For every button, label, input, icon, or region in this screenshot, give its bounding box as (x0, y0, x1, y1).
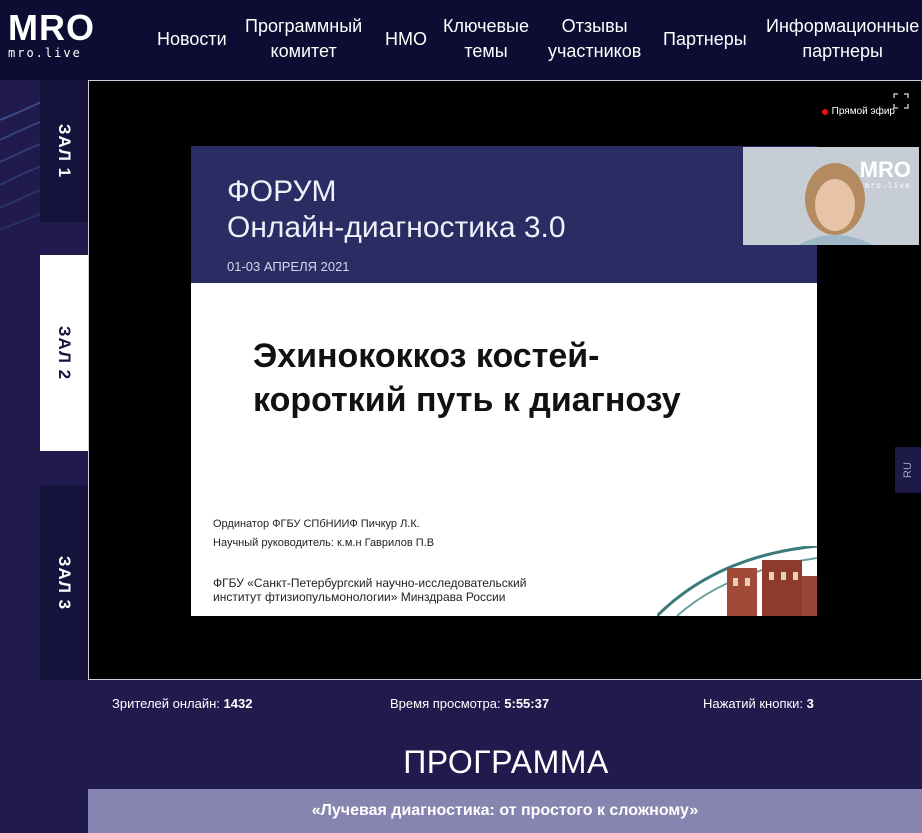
nav-key-topics[interactable]: Ключевые темы (443, 14, 529, 64)
viewers-online: Зрителей онлайн: 1432 (112, 696, 252, 711)
nav-info-partners[interactable]: Информационные партнеры (766, 14, 919, 64)
program-session-bar[interactable]: «Лучевая диагностика: от простого к слож… (88, 789, 922, 833)
nav-program-committee[interactable]: Программный комитет (245, 14, 362, 64)
webcam-watermark: MRO mro.live (859, 157, 911, 191)
program-session-label: «Лучевая диагностика: от простого к слож… (311, 802, 699, 819)
decorative-waves (0, 99, 45, 231)
hall-1-label: ЗАЛ 1 (55, 123, 74, 179)
slide-institution: ФГБУ «Санкт-Петербургский научно-исследо… (213, 576, 527, 604)
live-dot-icon (821, 108, 828, 115)
speaker-webcam: MRO mro.live (743, 147, 919, 245)
nav-partners[interactable]: Партнеры (663, 27, 747, 52)
logo-mark: MRO (8, 7, 95, 48)
slide-advisor: Научный руководитель: к.м.н Гаврилов П.В (213, 537, 435, 549)
tab-hall-1[interactable]: ЗАЛ 1 (40, 80, 88, 222)
forum-title: Онлайн-диагностика 3.0 (227, 211, 566, 244)
watch-value: 5:55:37 (504, 696, 550, 711)
live-label: Прямой эфир (831, 106, 895, 117)
mro-logo[interactable]: MRO mro.live (8, 10, 100, 60)
forum-label: ФОРУМ (227, 175, 337, 208)
tab-hall-2[interactable]: ЗАЛ 2 (40, 255, 88, 451)
nav-reviews[interactable]: Отзывы участников (548, 14, 641, 64)
video-player[interactable]: Прямой эфир ФОРУМ Онлайн-диагностика 3.0… (88, 80, 922, 680)
slide-heading: Эхинококкоз костей- короткий путь к диаг… (253, 337, 681, 419)
site-header: MRO mro.live Новости Программный комитет… (0, 0, 922, 80)
webcam-logo-sub: mro.live (864, 181, 911, 190)
language-badge[interactable]: RU (895, 447, 921, 493)
button-clicks: Нажатий кнопки: 3 (703, 696, 814, 711)
program-title: ПРОГРАММА (403, 744, 609, 780)
fullscreen-icon[interactable] (893, 93, 909, 109)
language-label: RU (901, 462, 914, 478)
viewers-value: 1432 (223, 696, 253, 711)
nav-nmo[interactable]: НМО (385, 27, 427, 52)
clicks-label: Нажатий кнопки: (703, 696, 804, 711)
presentation-slide: ФОРУМ Онлайн-диагностика 3.0 01-03 АПРЕЛ… (191, 146, 817, 616)
watch-time: Время просмотра: 5:55:37 (390, 696, 549, 711)
logo-subtitle: mro.live (8, 46, 82, 60)
slide-author: Ординатор ФГБУ СПбНИИФ Пичкур Л.К. (213, 518, 420, 530)
watch-label: Время просмотра: (390, 696, 501, 711)
clicks-value: 3 (806, 696, 814, 711)
tab-hall-3[interactable]: ЗАЛ 3 (40, 485, 88, 680)
building-illustration (657, 546, 817, 616)
webcam-logo-mark: MRO (859, 157, 911, 182)
viewers-label: Зрителей онлайн: (112, 696, 220, 711)
nav-news[interactable]: Новости (157, 27, 227, 52)
live-indicator: Прямой эфир (821, 106, 895, 117)
forum-dates: 01-03 АПРЕЛЯ 2021 (227, 259, 350, 274)
hall-3-label: ЗАЛ 3 (55, 555, 74, 610)
hall-2-label: ЗАЛ 2 (55, 325, 74, 381)
